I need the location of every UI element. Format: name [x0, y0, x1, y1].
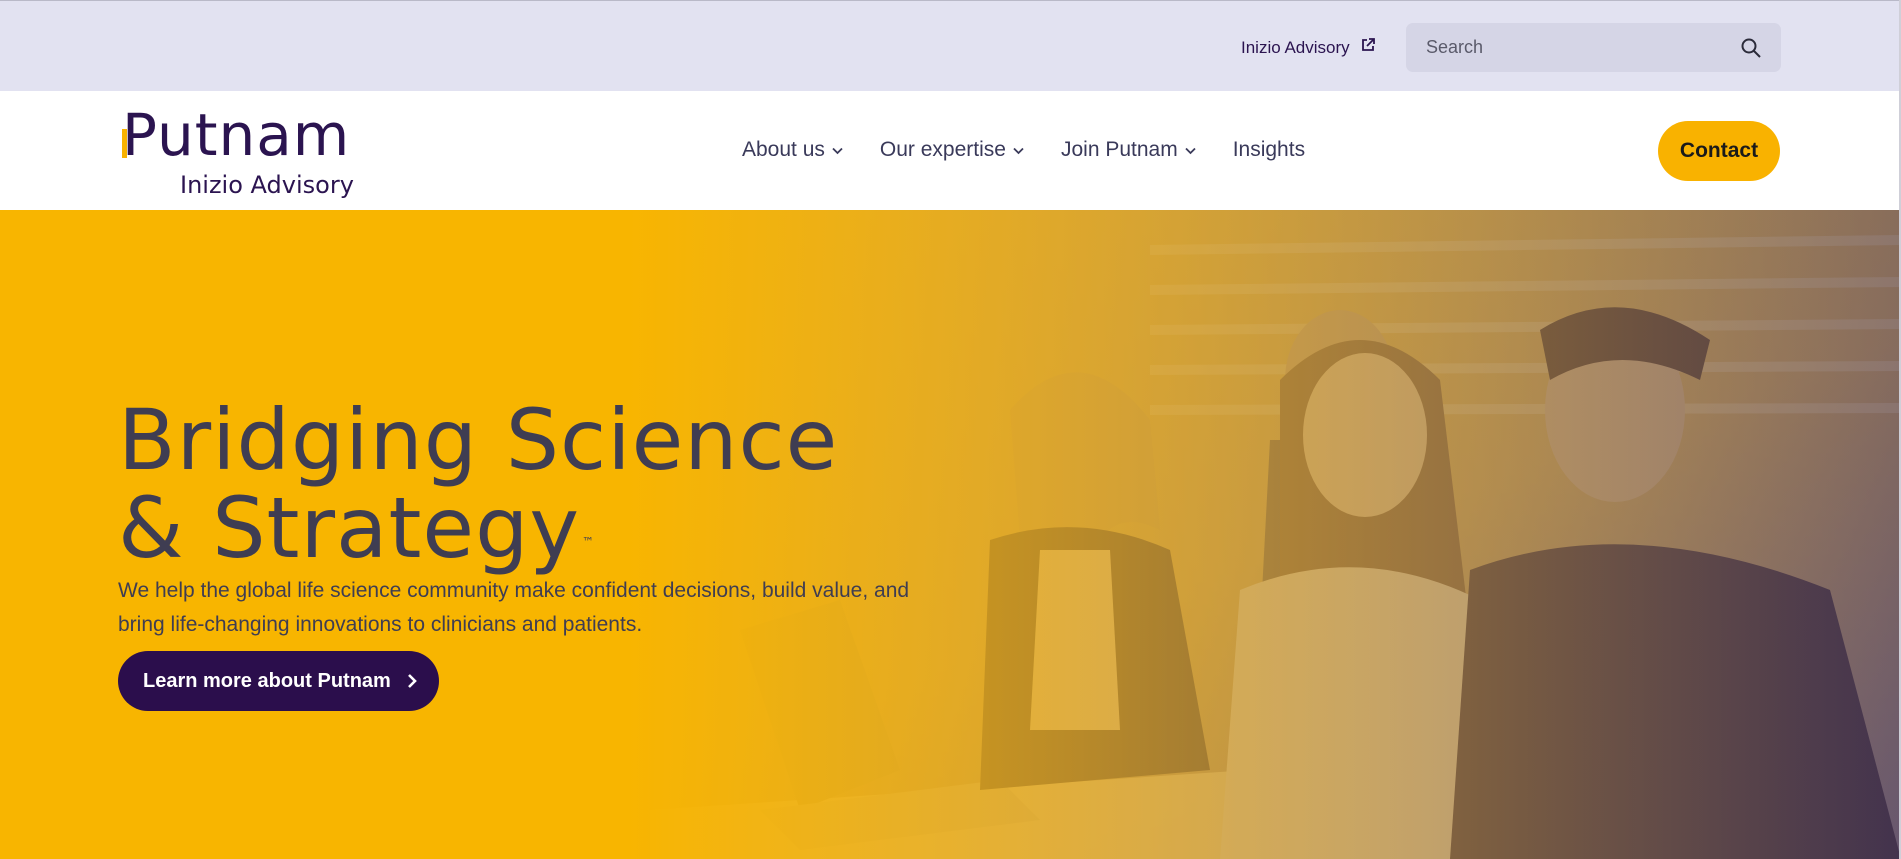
search-input[interactable]: [1424, 36, 1739, 59]
logo-subtitle: Inizio Advisory: [180, 171, 354, 199]
search-icon[interactable]: [1739, 36, 1763, 60]
nav-item-label: About us: [742, 138, 825, 161]
primary-nav: About us Our expertise Join Putnam Insig…: [742, 138, 1341, 162]
hero-section: Bridging Science & Strategy ™ We help the…: [0, 210, 1901, 859]
inizio-advisory-link-label: Inizio Advisory: [1241, 37, 1350, 57]
nav-item-our-expertise[interactable]: Our expertise: [880, 138, 1025, 162]
hero-description: We help the global life science communit…: [118, 579, 910, 636]
chevron-down-icon: [831, 144, 844, 157]
utility-bar: Inizio Advisory: [0, 0, 1901, 91]
nav-item-about-us[interactable]: About us: [742, 138, 844, 162]
page: Inizio Advisory Putnam Inizio Advisory: [0, 0, 1901, 859]
inizio-advisory-link[interactable]: Inizio Advisory: [1241, 37, 1376, 58]
search-box: [1406, 23, 1781, 72]
hero-title-line-1: Bridging Science: [118, 391, 839, 490]
contact-button[interactable]: Contact: [1658, 121, 1780, 181]
chevron-down-icon: [1012, 144, 1025, 157]
chevron-right-icon: [405, 673, 419, 689]
logo-accent-mark: [122, 129, 127, 158]
external-link-icon: [1360, 37, 1376, 58]
hero-title-line-2: & Strategy: [118, 479, 581, 578]
learn-more-button[interactable]: Learn more about Putnam: [118, 651, 439, 711]
nav-item-join-putnam[interactable]: Join Putnam: [1061, 138, 1197, 162]
nav-item-insights[interactable]: Insights: [1233, 138, 1305, 162]
main-header: Putnam Inizio Advisory About us Our expe…: [0, 91, 1901, 210]
nav-item-label: Insights: [1232, 138, 1306, 161]
chevron-down-icon: [1184, 144, 1197, 157]
nav-item-label: Join Putnam: [1060, 138, 1178, 161]
putnam-logo[interactable]: Putnam Inizio Advisory: [122, 101, 362, 199]
trademark-symbol: ™: [582, 535, 596, 550]
learn-more-button-label: Learn more about Putnam: [143, 669, 391, 692]
hero-title: Bridging Science & Strategy ™: [118, 396, 838, 572]
logo-wordmark: Putnam: [122, 101, 351, 169]
nav-item-label: Our expertise: [879, 138, 1006, 161]
